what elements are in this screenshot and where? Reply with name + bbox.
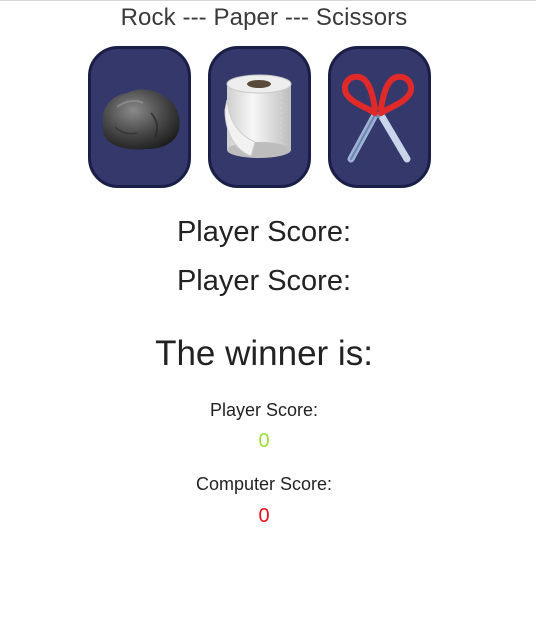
scissors-button[interactable] [328,46,431,188]
computer-score-value: 0 [258,505,270,527]
winner-label: The winner is: [155,334,373,373]
player-score-value: 0 [258,430,270,452]
toilet-paper-icon [223,74,291,158]
rock-button[interactable] [88,46,191,188]
top-divider [0,0,536,1]
rock-icon [102,89,179,150]
player-choice-label: Player Score: [176,216,352,248]
scissors-icon [341,73,414,163]
player-score-label: Player Score: [209,400,319,420]
page-title: Rock --- Paper --- Scissors [120,4,408,31]
paper-button[interactable] [208,46,311,188]
computer-choice-label: Player Score: [176,265,352,297]
choice-buttons [88,46,431,188]
computer-score-label: Computer Score: [195,474,333,494]
